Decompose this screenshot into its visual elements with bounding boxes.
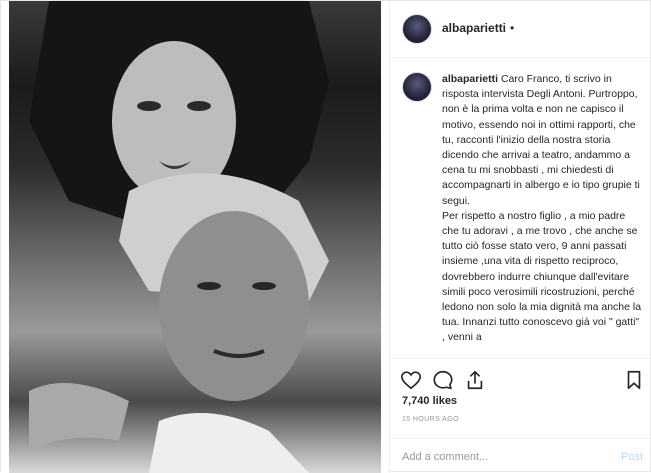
comment-icon[interactable]	[432, 369, 454, 391]
add-comment-bar: Add a comment... Post	[390, 438, 651, 473]
header-username-text[interactable]: albaparietti	[442, 21, 506, 35]
post-button[interactable]: Post	[621, 451, 643, 463]
post-side-panel: albaparietti • albaparietti Caro Franco, …	[389, 1, 651, 473]
caption-avatar[interactable]	[402, 72, 432, 102]
action-bar	[390, 358, 651, 400]
header-separator: •	[510, 21, 515, 35]
instagram-post: albaparietti • albaparietti Caro Franco, …	[0, 0, 651, 473]
photo-illustration	[29, 1, 329, 473]
caption-paragraph-2: Per rispetto a nostro figlio , a mio pad…	[442, 209, 642, 344]
post-photo[interactable]	[1, 1, 389, 473]
comments-area[interactable]: albaparietti Caro Franco, ti scrivo in r…	[390, 58, 651, 358]
header-username[interactable]: albaparietti •	[442, 21, 514, 35]
heart-icon[interactable]	[400, 369, 422, 391]
avatar[interactable]	[402, 14, 432, 44]
caption-paragraph-1: albaparietti Caro Franco, ti scrivo in r…	[442, 72, 642, 209]
post-header: albaparietti •	[390, 1, 651, 58]
post-timestamp[interactable]: 15 HOURS AGO	[402, 416, 459, 423]
caption-username[interactable]: albaparietti	[442, 73, 498, 85]
comment-input[interactable]: Add a comment...	[402, 451, 488, 463]
caption: albaparietti Caro Franco, ti scrivo in r…	[442, 72, 642, 346]
share-icon[interactable]	[464, 369, 486, 391]
caption-text-1: Caro Franco, ti scrivo in risposta inter…	[442, 73, 640, 207]
bookmark-icon[interactable]	[623, 369, 645, 391]
likes-count[interactable]: 7,740 likes	[402, 395, 457, 407]
